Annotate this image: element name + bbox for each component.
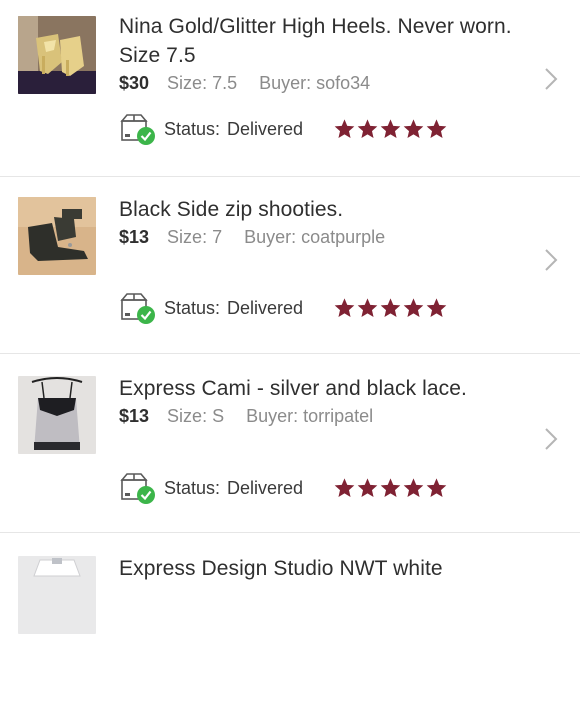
- star-icon: [379, 477, 402, 499]
- item-title[interactable]: Nina Gold/Glitter High Heels. Never worn…: [119, 12, 519, 70]
- rating-stars: [333, 297, 448, 319]
- star-icon: [333, 477, 356, 499]
- star-icon: [425, 477, 448, 499]
- status-text: Status: Delivered: [164, 298, 303, 319]
- item-meta: $13 Size: S Buyer: torripatel: [119, 404, 373, 428]
- status-label: Status:: [164, 297, 221, 318]
- item-price: $13: [119, 227, 150, 247]
- item-buyer: Buyer: coatpurple: [244, 227, 386, 247]
- star-icon: [333, 118, 356, 140]
- item-thumbnail-design-studio[interactable]: [18, 556, 96, 634]
- star-icon: [356, 118, 379, 140]
- status-value: Delivered: [227, 297, 304, 318]
- star-icon: [425, 297, 448, 319]
- sold-items-list: Nina Gold/Glitter High Heels. Never worn…: [0, 0, 580, 634]
- list-item[interactable]: Nina Gold/Glitter High Heels. Never worn…: [0, 0, 580, 177]
- item-size: Size: S: [167, 406, 225, 426]
- item-meta: $30 Size: 7.5 Buyer: sofo34: [119, 71, 370, 95]
- status-value: Delivered: [227, 118, 304, 139]
- item-title[interactable]: Express Cami - silver and black lace.: [119, 374, 519, 403]
- item-thumbnail-heels[interactable]: [18, 16, 96, 94]
- list-item[interactable]: Express Cami - silver and black lace. $1…: [0, 356, 580, 533]
- item-buyer: Buyer: torripatel: [246, 406, 374, 426]
- star-icon: [356, 477, 379, 499]
- status-row: Status: Delivered: [119, 470, 448, 506]
- cami-image: [18, 376, 96, 454]
- status-label: Status:: [164, 477, 221, 498]
- item-price: $13: [119, 406, 150, 426]
- status-row: Status: Delivered: [119, 111, 448, 147]
- item-meta: $13 Size: 7 Buyer: coatpurple: [119, 225, 385, 249]
- chevron-right-icon[interactable]: [544, 67, 558, 91]
- status-text: Status: Delivered: [164, 119, 303, 140]
- chevron-right-icon[interactable]: [544, 427, 558, 451]
- item-buyer: Buyer: sofo34: [259, 73, 371, 93]
- star-icon: [356, 297, 379, 319]
- star-icon: [402, 297, 425, 319]
- item-title[interactable]: Black Side zip shooties.: [119, 195, 519, 224]
- item-thumbnail-cami[interactable]: [18, 376, 96, 454]
- shooties-image: [18, 197, 96, 275]
- package-delivered-icon: [119, 291, 157, 325]
- list-item[interactable]: Express Design Studio NWT white: [0, 535, 580, 712]
- rating-stars: [333, 118, 448, 140]
- package-delivered-icon: [119, 112, 157, 146]
- list-item[interactable]: Black Side zip shooties. $13 Size: 7 Buyer…: [0, 177, 580, 354]
- star-icon: [333, 297, 356, 319]
- star-icon: [402, 477, 425, 499]
- star-icon: [379, 297, 402, 319]
- status-value: Delivered: [227, 477, 304, 498]
- item-size: Size: 7.5: [167, 73, 238, 93]
- star-icon: [425, 118, 448, 140]
- chevron-right-icon[interactable]: [544, 248, 558, 272]
- white-top-image: [18, 556, 96, 634]
- item-size: Size: 7: [167, 227, 223, 247]
- star-icon: [402, 118, 425, 140]
- package-delivered-icon: [119, 471, 157, 505]
- item-title[interactable]: Express Design Studio NWT white: [119, 554, 519, 583]
- heels-image: [18, 16, 96, 94]
- item-thumbnail-shooties[interactable]: [18, 197, 96, 275]
- status-row: Status: Delivered: [119, 290, 448, 326]
- star-icon: [379, 118, 402, 140]
- status-text: Status: Delivered: [164, 478, 303, 499]
- status-label: Status:: [164, 118, 221, 139]
- item-price: $30: [119, 73, 150, 93]
- rating-stars: [333, 477, 448, 499]
